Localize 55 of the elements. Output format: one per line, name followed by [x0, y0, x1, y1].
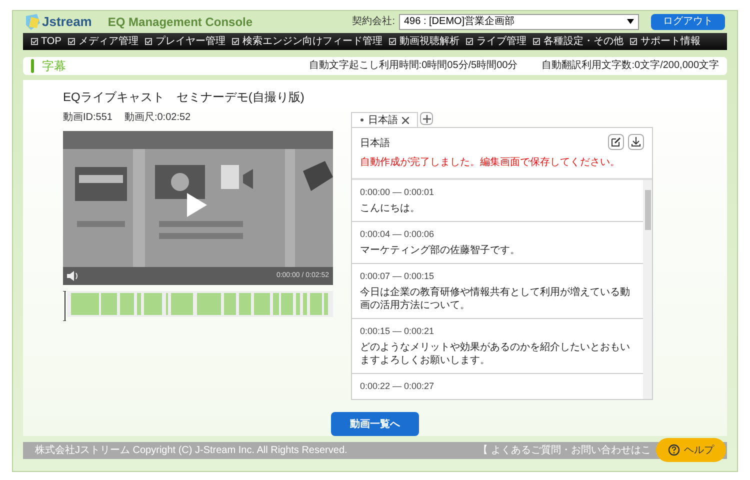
caption-time: 0:00:15 — 0:00:21	[360, 325, 436, 338]
caption-time: 0:00:07 — 0:00:15	[360, 270, 436, 284]
nav-link[interactable]: 検索エンジン向けフィード管理	[242, 34, 382, 49]
video-id: 動画ID:551	[63, 111, 112, 126]
page-title: 字幕	[42, 58, 66, 75]
add-tab-icon[interactable]	[420, 112, 433, 126]
nav-link[interactable]: サポート情報	[640, 34, 700, 49]
checkmark-box-icon	[630, 38, 638, 45]
help-button[interactable]: ヘルプ	[656, 438, 726, 462]
contract-label: 契約会社:	[352, 14, 395, 30]
logo: Jstream	[42, 13, 92, 32]
language-tab[interactable]: 日本語	[351, 112, 418, 128]
scrollbar[interactable]	[643, 180, 652, 400]
nav-link[interactable]: TOP	[41, 34, 62, 49]
usage-stat: 自動翻訳利用文字数:0文字/200,000文字	[542, 58, 719, 74]
caption-text: 今日は企業の教育研修や情報共有として利用が増えている動画の活用方法について。	[360, 286, 631, 312]
checkmark-box-icon	[145, 38, 152, 45]
edit-icon[interactable]	[608, 134, 624, 150]
caption-text: どのようなメリットや効果があるのかを紹介したいとおもいますよろしくお願いします。	[360, 341, 631, 368]
status-message: 自動作成が完了しました。編集画面で保存してください。	[360, 156, 621, 170]
checkmark-box-icon	[466, 38, 474, 45]
checkmark-box-icon	[232, 38, 240, 45]
app-title: EQ Management Console	[108, 14, 253, 31]
caption-text: マーケティング部の佐藤智子です。	[360, 244, 521, 258]
close-icon[interactable]	[402, 116, 409, 124]
video-duration: 動画尺:0:02:52	[124, 111, 191, 126]
nav-link[interactable]: ライブ管理	[476, 34, 526, 49]
caption-text: こんにちは。	[360, 202, 421, 216]
volume-icon[interactable]	[67, 271, 79, 282]
download-icon[interactable]	[628, 134, 644, 150]
logo-icon	[25, 12, 41, 31]
contract-select[interactable]: 496 : [DEMO]営業企画部	[399, 14, 639, 30]
usage-stat: 自動文字起こし利用時間:0時間05分/5時間00分	[308, 58, 518, 74]
caption-time: 0:00:00 — 0:00:01	[360, 186, 436, 200]
video-list-button[interactable]: 動画一覧へ	[331, 412, 419, 436]
checkmark-box-icon	[68, 38, 76, 45]
language-label: 日本語	[360, 136, 390, 152]
play-icon[interactable]	[187, 193, 207, 218]
video-title: EQライブキャスト セミナーデモ(自撮り版)	[63, 89, 306, 106]
checkmark-box-icon	[31, 38, 38, 45]
bracket-icon	[63, 291, 66, 322]
nav-link[interactable]: 各種設定・その他	[543, 34, 624, 49]
nav-link[interactable]: 動画視聴解析	[399, 34, 460, 49]
logout-button[interactable]: ログアウト	[651, 14, 725, 30]
caption-time: 0:00:04 — 0:00:06	[360, 228, 436, 242]
nav-link[interactable]: プレイヤー管理	[155, 34, 226, 49]
dropdown-arrow-icon	[627, 19, 634, 24]
help-icon	[668, 444, 680, 456]
dot-icon	[360, 118, 364, 122]
checkmark-box-icon	[389, 38, 396, 45]
checkmark-box-icon	[533, 38, 540, 45]
accent-bar	[31, 58, 34, 73]
nav-link[interactable]: メディア管理	[78, 34, 138, 49]
caption-time: 0:00:22 — 0:00:27	[360, 380, 436, 394]
copyright-text: 株式会社Jストリーム Copyright (C) J-Stream Inc. All Rights Reserved.	[35, 444, 348, 458]
